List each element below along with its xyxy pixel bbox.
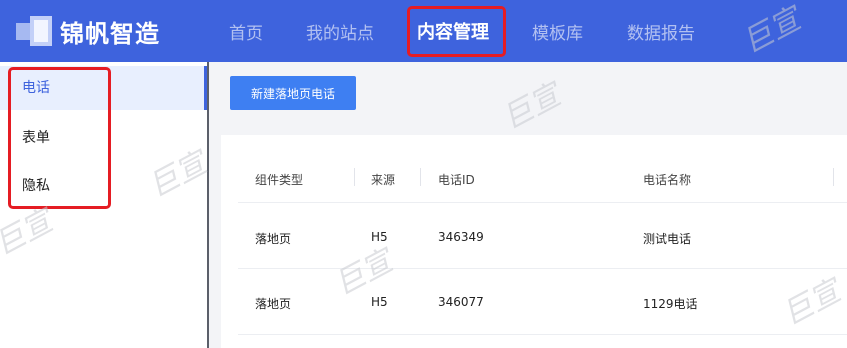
main-content: 新建落地页电话 组件类型 来源 电话ID 电话名称 落地页 H5 346349 … — [209, 62, 847, 348]
cell-source: H5 — [371, 230, 388, 244]
cell-phone-name: 测试电话 — [643, 232, 692, 246]
cell-phone-name: 1129电话 — [643, 297, 698, 311]
app-window: 锦帆智造 首页 我的站点 内容管理 模板库 数据报告 电话 表单 隐私 新建落地… — [0, 0, 847, 348]
sidebar-highlight-box — [8, 67, 111, 209]
brand-name: 锦帆智造 — [60, 19, 160, 48]
nav-highlight-box — [407, 6, 506, 57]
cell-phone-id: 346077 — [438, 295, 484, 309]
column-separator — [354, 168, 355, 186]
column-separator — [833, 168, 834, 186]
nav-item-template-library[interactable]: 模板库 — [532, 19, 583, 44]
column-header-source: 来源 — [371, 173, 396, 187]
nav-item-home[interactable]: 首页 — [229, 19, 263, 44]
brand[interactable]: 锦帆智造 — [16, 12, 160, 50]
column-separator — [420, 168, 421, 186]
nav-item-data-report[interactable]: 数据报告 — [627, 19, 695, 44]
cell-component-type: 落地页 — [255, 297, 292, 311]
column-header-phone-id: 电话ID — [438, 173, 475, 187]
create-landing-phone-button[interactable]: 新建落地页电话 — [230, 76, 356, 110]
column-header-component-type: 组件类型 — [255, 173, 304, 187]
row-divider — [238, 268, 847, 269]
row-divider — [238, 334, 847, 335]
brand-logo-icon — [16, 14, 54, 48]
column-header-phone-name: 电话名称 — [643, 173, 692, 187]
top-nav-bar: 锦帆智造 首页 我的站点 内容管理 模板库 数据报告 — [0, 0, 847, 62]
nav-item-my-sites[interactable]: 我的站点 — [306, 19, 374, 44]
phone-table: 组件类型 来源 电话ID 电话名称 落地页 H5 346349 测试电话 落地页… — [221, 135, 847, 348]
cell-source: H5 — [371, 295, 388, 309]
cell-component-type: 落地页 — [255, 232, 292, 246]
cell-phone-id: 346349 — [438, 230, 484, 244]
row-divider — [238, 202, 847, 203]
